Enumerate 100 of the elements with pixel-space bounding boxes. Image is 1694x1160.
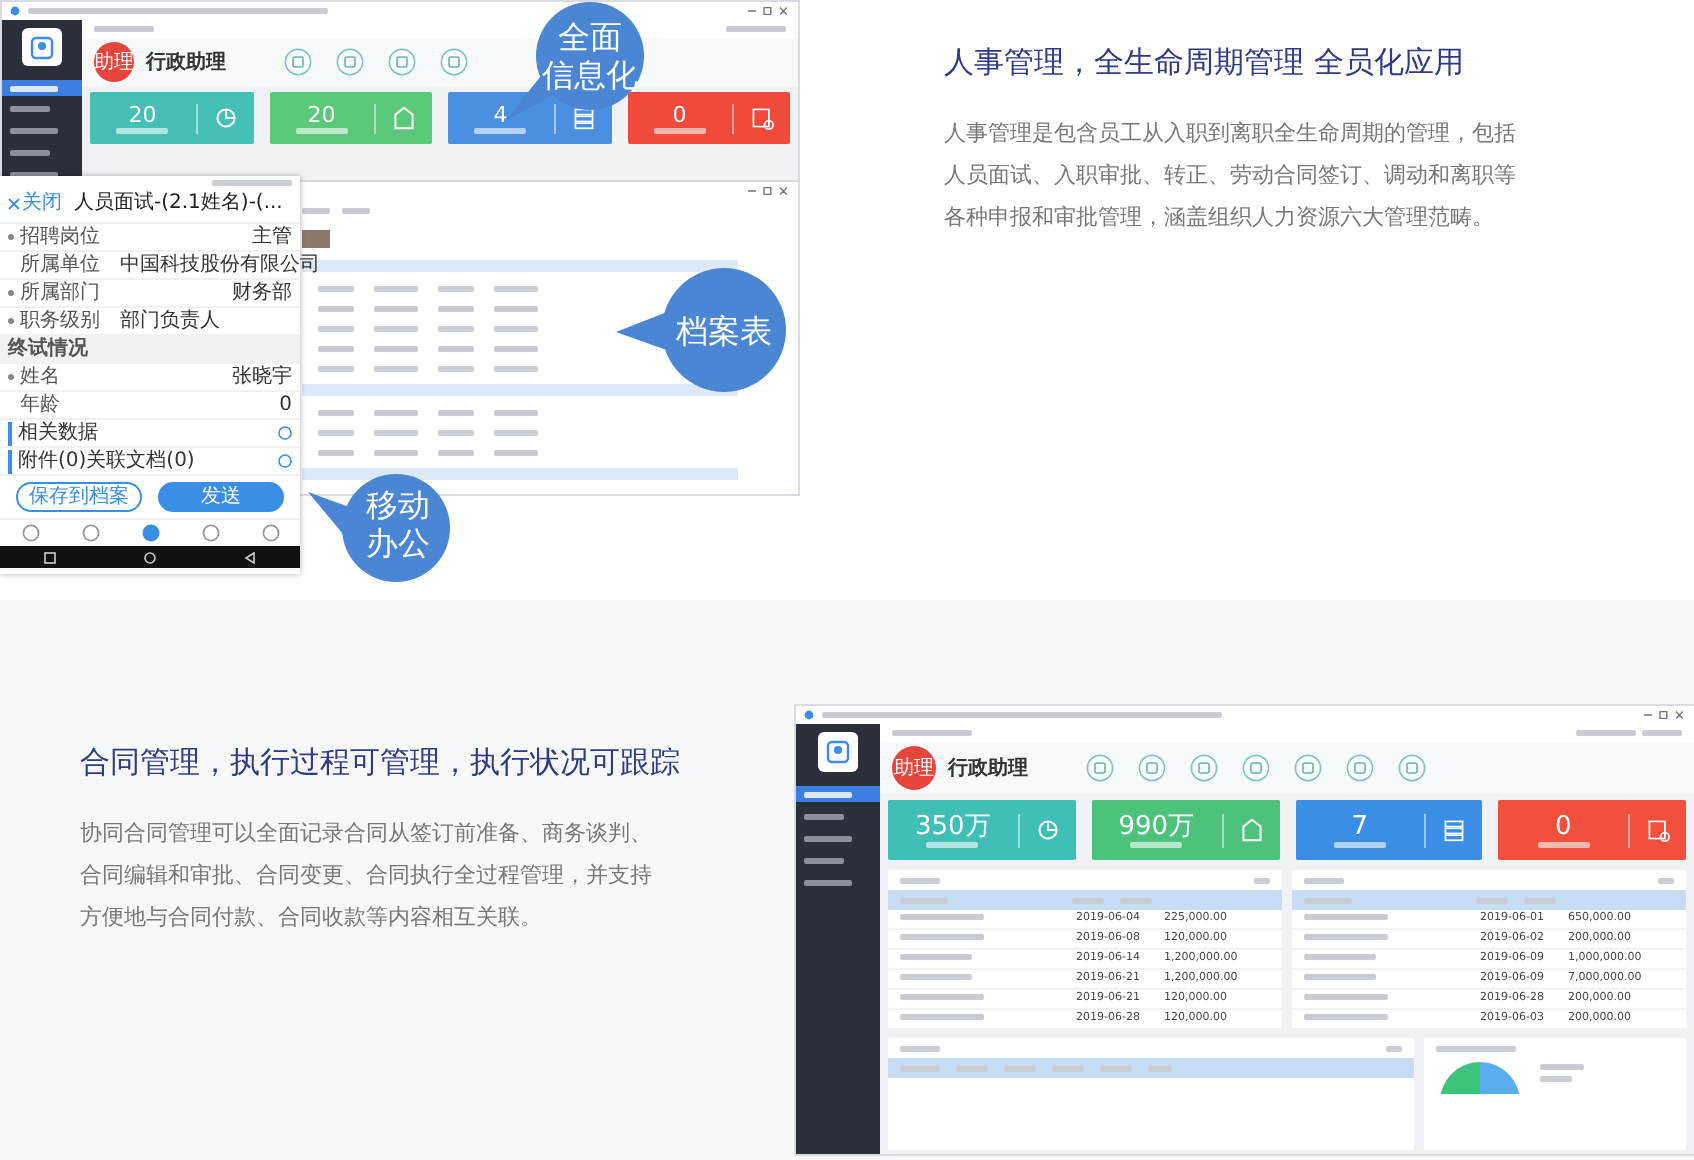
- blurred-text: [1304, 954, 1376, 961]
- shortcut-icon[interactable]: [1242, 754, 1270, 782]
- blurred-text: [1304, 897, 1352, 903]
- panel-title: [1435, 1045, 1516, 1051]
- blurred-text: [900, 934, 984, 941]
- blurred-text: [10, 128, 58, 135]
- blurred-text: [438, 345, 474, 351]
- blurred-text: [374, 345, 418, 351]
- screen-title: 人员面试-(2.1姓名)-(...: [74, 192, 283, 216]
- shortcut-icon[interactable]: [388, 48, 416, 76]
- blurred-text: [1304, 1014, 1388, 1021]
- browser-icon: [10, 6, 20, 16]
- related-link[interactable]: 相关数据: [8, 421, 98, 445]
- breadcrumb-text: [94, 26, 154, 32]
- blurred-text: [494, 305, 538, 311]
- field-value: 0: [279, 393, 292, 417]
- blurred-text: [1642, 730, 1682, 736]
- shortcut-icon[interactable]: [1398, 754, 1426, 782]
- blurred-text: [494, 325, 538, 331]
- field-label: 姓名: [20, 365, 60, 389]
- blurred-text: [1120, 897, 1152, 903]
- blurred-text: [318, 449, 354, 455]
- blurred-text: [494, 365, 538, 371]
- photo-thumbnail: [302, 230, 330, 248]
- stat-value: 990万: [1118, 813, 1195, 841]
- blurred-text: [295, 127, 348, 133]
- shortcut-icon[interactable]: [284, 48, 312, 76]
- back-icon[interactable]: [244, 551, 256, 563]
- app-badge: 助理: [94, 42, 134, 82]
- blurred-text: [804, 813, 844, 819]
- blurred-text: [1524, 897, 1556, 903]
- panel-title: [900, 1045, 940, 1051]
- stat-value: 0: [672, 103, 687, 127]
- window-controls-icon[interactable]: [1642, 710, 1686, 720]
- nav-tab-icon[interactable]: [261, 524, 279, 542]
- blurred-text: [10, 149, 50, 156]
- app-title: 行政助理: [948, 755, 1028, 783]
- blurred-text: [1304, 914, 1388, 921]
- field-label: 职务级别: [20, 309, 100, 333]
- blurred-text: [900, 994, 984, 1001]
- blurred-text: [804, 879, 852, 885]
- blurred-text: [1004, 1065, 1036, 1071]
- sidebar-item[interactable]: [2, 80, 82, 97]
- blurred-text: [318, 285, 354, 291]
- shortcut-icon[interactable]: [1086, 754, 1114, 782]
- blurred-text: [900, 1065, 940, 1071]
- blurred-text: [374, 365, 418, 371]
- close-icon[interactable]: [8, 198, 20, 210]
- close-button[interactable]: 关闭: [8, 192, 62, 216]
- legend-text: [1539, 1076, 1572, 1082]
- blurred-text: [900, 974, 972, 981]
- field-value: 部门负责人: [120, 309, 220, 333]
- blurred-text: [1304, 934, 1388, 941]
- recent-apps-icon[interactable]: [44, 551, 56, 563]
- section-description: 人事管理是包含员工从入职到离职全生命周期的管理，包括人员面试、入职审批、转正、劳动合同签订、调动和离职等各种申报和审批管理，涵盖组织人力资源六大管理范畴。: [944, 118, 1518, 234]
- blurred-text: [1304, 974, 1376, 981]
- blurred-text: [1052, 1065, 1084, 1071]
- chart-icon: [1035, 818, 1060, 842]
- shortcut-icon[interactable]: [1138, 754, 1166, 782]
- blurred-text: [956, 1065, 988, 1071]
- nav-tab-icon[interactable]: [81, 524, 99, 542]
- blurred-text: [1333, 841, 1386, 847]
- blurred-text: [374, 429, 418, 435]
- blurred-text: [318, 365, 354, 371]
- browser-icon: [804, 710, 814, 720]
- nav-tab-icon[interactable]: [201, 524, 219, 542]
- home-icon[interactable]: [144, 551, 156, 563]
- nav-tab-icon[interactable]: [21, 524, 39, 542]
- chart-icon: [213, 106, 237, 130]
- blurred-text: [1476, 897, 1508, 903]
- shortcut-icon[interactable]: [336, 48, 364, 76]
- blurred-text: [438, 429, 474, 435]
- house-icon: [392, 106, 416, 130]
- blurred-text: [494, 345, 538, 351]
- legend-text: [1539, 1064, 1584, 1070]
- field-label: 招聘岗位: [20, 225, 100, 249]
- blurred-text: [494, 429, 538, 435]
- app-badge: 助理: [892, 746, 936, 790]
- blurred-text: [318, 325, 354, 331]
- document-icon: [1646, 818, 1670, 842]
- shortcut-icon[interactable]: [1294, 754, 1322, 782]
- nav-tab-icon[interactable]: [141, 524, 159, 542]
- related-link[interactable]: 附件(0)关联文档(0): [8, 449, 195, 473]
- blurred-text: [318, 345, 354, 351]
- field-value: 张晓宇: [232, 365, 292, 389]
- blurred-text: [474, 127, 527, 133]
- send-button[interactable]: 发送: [158, 482, 284, 512]
- window-controls-icon[interactable]: [746, 6, 790, 16]
- section-title: 合同管理，执行过程可管理，执行状况可跟踪: [80, 744, 682, 780]
- shortcut-icon[interactable]: [440, 48, 468, 76]
- document-icon: [750, 106, 774, 130]
- stat-value: 4: [493, 103, 508, 127]
- shortcut-icon[interactable]: [1346, 754, 1374, 782]
- blurred-text: [726, 26, 786, 32]
- section-heading: 终试情况: [8, 337, 88, 361]
- status-bar-icons: [212, 180, 292, 186]
- window-controls-icon[interactable]: [746, 186, 790, 196]
- save-button[interactable]: 保存到档案: [16, 482, 142, 512]
- blurred-text: [926, 841, 979, 847]
- shortcut-icon[interactable]: [1190, 754, 1218, 782]
